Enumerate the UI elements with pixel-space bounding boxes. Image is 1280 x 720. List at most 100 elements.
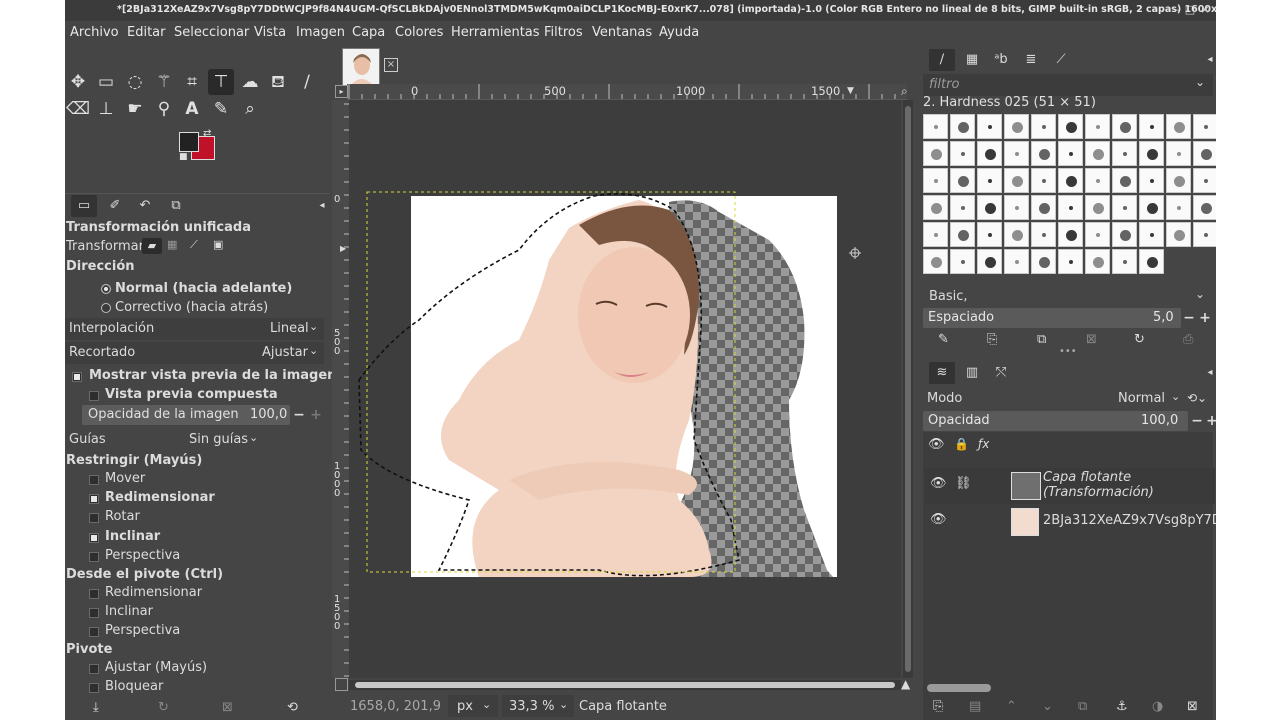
brush-preset-cell[interactable] <box>923 222 948 247</box>
layers-panel-menu-icon[interactable]: ◂ <box>1197 362 1216 384</box>
duplicate-layer-icon[interactable]: ⧉ <box>1078 699 1087 714</box>
brush-preset-cell[interactable] <box>1058 114 1083 139</box>
move-tool-icon[interactable]: ✥ <box>65 69 91 95</box>
lasso-tool-icon[interactable]: ◌ <box>122 69 148 95</box>
dock-separator-grip[interactable]: ••• <box>1059 346 1077 357</box>
layer-opacity-plus[interactable]: + <box>1205 411 1216 431</box>
image-canvas[interactable] <box>349 100 901 678</box>
brush-preset-cell[interactable] <box>1004 249 1029 274</box>
constrain-move-checkbox[interactable] <box>89 475 99 485</box>
layer-row-floating[interactable]: 👁 ⛓ Capa flotante (Transformación) <box>925 468 1215 504</box>
brush-preset-cell[interactable] <box>1004 222 1029 247</box>
show-preview-checkbox[interactable] <box>72 372 82 382</box>
brush-preset-cell[interactable] <box>977 249 1002 274</box>
brush-preset-cell[interactable] <box>977 114 1002 139</box>
minimize-button[interactable]: – <box>1170 3 1184 17</box>
warp-tool-icon[interactable]: ☁ <box>237 69 263 95</box>
brush-preset-cell[interactable] <box>1193 195 1216 220</box>
brush-preset-cell[interactable] <box>1166 141 1191 166</box>
device-status-tab-icon[interactable]: ✐ <box>102 195 128 217</box>
smudge-tool-icon[interactable]: ☛ <box>122 96 148 122</box>
pivot-snap-checkbox[interactable] <box>89 664 99 674</box>
restore-options-icon[interactable]: ↻ <box>158 700 169 715</box>
tool-options-tab-icon[interactable]: ▭ <box>71 195 97 217</box>
composite-preview-checkbox[interactable] <box>89 391 99 401</box>
transform-layer-icon[interactable]: ▰ <box>142 238 162 254</box>
delete-layer-icon[interactable]: ⊠ <box>1187 699 1198 714</box>
brush-filter-field[interactable]: filtro ⌄ <box>923 74 1213 96</box>
brush-preset-cell[interactable] <box>1085 195 1110 220</box>
horizontal-scrollbar[interactable] <box>349 680 901 690</box>
text-tool-icon[interactable]: A <box>179 96 205 122</box>
navigate-image-icon[interactable]: ▲ <box>901 677 910 691</box>
brush-preset-cell[interactable] <box>950 114 975 139</box>
raise-layer-icon[interactable]: ⌃ <box>1006 699 1017 714</box>
brush-preset-cell[interactable] <box>1166 114 1191 139</box>
quick-mask-button[interactable] <box>335 678 348 691</box>
images-tab-icon[interactable]: ⧉ <box>163 195 189 217</box>
eye-icon[interactable]: 👁 <box>930 512 947 527</box>
brush-preset-cell[interactable] <box>1031 222 1056 247</box>
brush-preset-cell[interactable] <box>1085 141 1110 166</box>
menu-archivo[interactable]: Archivo <box>70 25 119 40</box>
brush-preset-cell[interactable] <box>1058 222 1083 247</box>
zoom-dropdown[interactable]: 33,3 % ⌄ <box>502 695 574 717</box>
menu-seleccionar[interactable]: Seleccionar <box>174 25 249 40</box>
pivot-lock-checkbox[interactable] <box>89 683 99 693</box>
add-mask-icon[interactable]: ◑ <box>1152 699 1163 714</box>
brush-preset-cell[interactable] <box>1139 114 1164 139</box>
brush-preset-cell[interactable] <box>977 168 1002 193</box>
brush-preset-cell[interactable] <box>1058 195 1083 220</box>
brush-preset-cell[interactable] <box>1085 222 1110 247</box>
eraser-tool-icon[interactable]: ⌫ <box>65 96 91 122</box>
bucket-fill-tool-icon[interactable]: ⛾ <box>265 69 291 95</box>
menu-filtros[interactable]: Filtros <box>544 25 583 40</box>
brush-preset-cell[interactable] <box>923 168 948 193</box>
brush-preset-cell[interactable] <box>1031 141 1056 166</box>
brush-preset-cell[interactable] <box>1166 168 1191 193</box>
new-layer-icon[interactable]: ⎘ <box>933 699 943 714</box>
default-colors-icon[interactable]: ■ <box>179 152 188 162</box>
brush-preset-cell[interactable] <box>923 141 948 166</box>
brush-preset-cell[interactable] <box>1031 249 1056 274</box>
constrain-shear-checkbox[interactable] <box>89 533 99 543</box>
brush-preset-cell[interactable] <box>1193 222 1216 247</box>
brush-preset-cell[interactable] <box>923 249 948 274</box>
layer-opacity-spinner[interactable]: Opacidad 100,0 <box>923 411 1188 431</box>
brush-spacing-spinner[interactable]: Espaciado 5,0 <box>923 308 1181 328</box>
color-picker-tool-icon[interactable]: ✎ <box>208 96 234 122</box>
swap-colors-icon[interactable]: ⇄ <box>203 128 211 139</box>
brush-preset-cell[interactable] <box>1112 141 1137 166</box>
fonts-tab-icon[interactable]: ᵃb <box>988 49 1014 71</box>
pivot-shear-checkbox[interactable] <box>89 608 99 618</box>
brush-preset-cell[interactable] <box>1085 168 1110 193</box>
brush-preset-cell[interactable] <box>1139 141 1164 166</box>
open-brush-file-icon[interactable]: ⎙ <box>1183 332 1193 347</box>
brush-preset-cell[interactable] <box>950 222 975 247</box>
menu-editar[interactable]: Editar <box>127 25 166 40</box>
duplicate-brush-icon[interactable]: ⧉ <box>1037 332 1046 347</box>
brush-preset-cell[interactable] <box>1166 222 1191 247</box>
brush-preset-cell[interactable] <box>1112 168 1137 193</box>
anchor-layer-icon[interactable]: ⚓ <box>1116 699 1128 714</box>
brush-preset-cell[interactable] <box>1112 114 1137 139</box>
brush-preset-cell[interactable] <box>977 195 1002 220</box>
close-image-tab-icon[interactable]: × <box>384 58 398 72</box>
fuzzy-select-tool-icon[interactable]: ⚚ <box>151 69 177 95</box>
layer-composite-icon[interactable]: ⟲⌄ <box>1187 391 1207 405</box>
menu-ventanas[interactable]: Ventanas <box>592 25 652 40</box>
brush-preset-cell[interactable] <box>950 249 975 274</box>
brush-preset-cell[interactable] <box>923 114 948 139</box>
brush-preset-cell[interactable] <box>1058 141 1083 166</box>
brush-grid[interactable] <box>923 114 1216 280</box>
brush-preset-cell[interactable] <box>923 195 948 220</box>
new-layer-group-icon[interactable]: ▤ <box>969 699 981 714</box>
brush-preset-cell[interactable] <box>1139 249 1164 274</box>
edit-brush-icon[interactable]: ✎ <box>938 332 949 347</box>
brush-preset-cell[interactable] <box>977 141 1002 166</box>
brush-preset-cell[interactable] <box>1139 222 1164 247</box>
brush-preset-cell[interactable] <box>977 222 1002 247</box>
paths-tool-icon[interactable]: ⚲ <box>151 96 177 122</box>
pivot-scale-checkbox[interactable] <box>89 589 99 599</box>
brush-preset-cell[interactable] <box>950 168 975 193</box>
